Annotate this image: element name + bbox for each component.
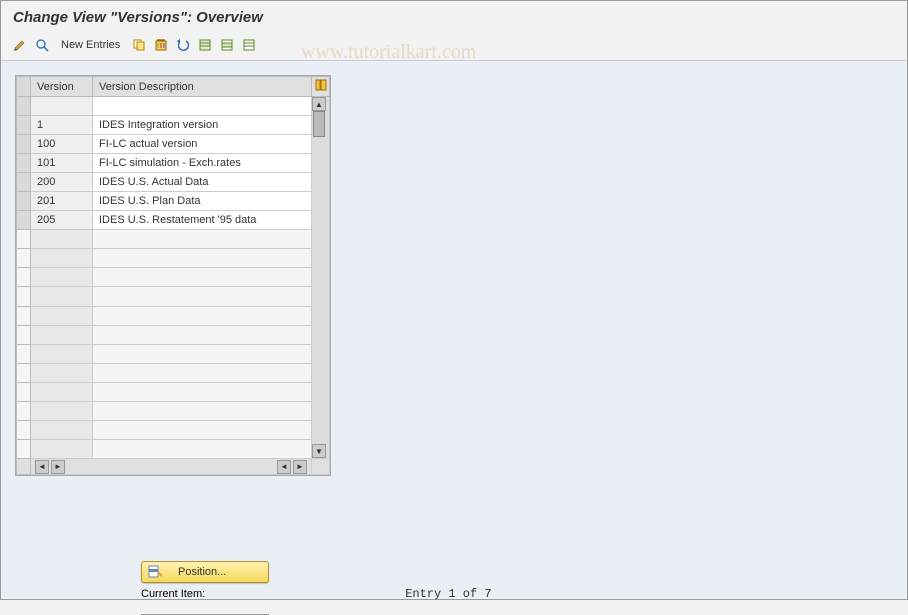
glasses-find-icon <box>35 38 49 52</box>
cell-description[interactable]: IDES Integration version <box>93 116 312 135</box>
row-selector[interactable] <box>17 344 31 363</box>
cell-description[interactable] <box>93 97 312 116</box>
entry-count-label: Entry 1 of 7 <box>405 587 491 601</box>
vscroll-down-button[interactable]: ▼ <box>312 444 326 458</box>
row-selector[interactable] <box>17 192 31 211</box>
undo-icon <box>176 38 190 52</box>
row-selector[interactable] <box>17 306 31 325</box>
row-selector[interactable] <box>17 439 31 458</box>
select-all-icon <box>198 38 212 52</box>
row-selector[interactable] <box>17 382 31 401</box>
app-toolbar: New Entries <box>1 32 907 61</box>
cell-description[interactable] <box>93 287 312 306</box>
copy-as-button[interactable] <box>130 36 148 54</box>
cell-version[interactable] <box>31 401 93 420</box>
table-settings-button[interactable] <box>312 77 330 97</box>
delete-button[interactable] <box>152 36 170 54</box>
hscroll-right2-button[interactable]: ► <box>293 460 307 474</box>
row-selector[interactable] <box>17 401 31 420</box>
row-selector[interactable] <box>17 135 31 154</box>
cell-version[interactable]: 100 <box>31 135 93 154</box>
page-title: Change View "Versions": Overview <box>13 9 895 26</box>
hscroll-right-button[interactable]: ► <box>51 460 65 474</box>
cell-version[interactable] <box>31 249 93 268</box>
cell-version[interactable] <box>31 268 93 287</box>
cell-version[interactable] <box>31 439 93 458</box>
row-selector[interactable] <box>17 230 31 249</box>
cell-version[interactable] <box>31 306 93 325</box>
current-item-label: Current Item: <box>141 588 205 600</box>
cell-version[interactable] <box>31 325 93 344</box>
cell-description[interactable] <box>93 420 312 439</box>
cell-description[interactable] <box>93 401 312 420</box>
position-button-label: Position... <box>178 566 226 578</box>
pencil-icon <box>13 38 27 52</box>
deselect-all-icon <box>242 38 256 52</box>
cell-version[interactable]: 1 <box>31 116 93 135</box>
current-item-underline <box>141 601 269 615</box>
undo-change-button[interactable] <box>174 36 192 54</box>
col-header-description[interactable]: Version Description <box>93 77 312 97</box>
row-selector[interactable] <box>17 420 31 439</box>
cell-description[interactable]: IDES U.S. Actual Data <box>93 173 312 192</box>
other-view-button[interactable] <box>33 36 51 54</box>
col-header-version[interactable]: Version <box>31 77 93 97</box>
cell-description[interactable] <box>93 268 312 287</box>
cell-version[interactable]: 205 <box>31 211 93 230</box>
row-selector[interactable] <box>17 211 31 230</box>
row-selector[interactable] <box>17 287 31 306</box>
cell-description[interactable] <box>93 230 312 249</box>
cell-description[interactable] <box>93 249 312 268</box>
cell-version[interactable] <box>31 363 93 382</box>
row-selector[interactable] <box>17 325 31 344</box>
position-button[interactable]: Position... <box>141 561 269 583</box>
select-block-icon <box>220 38 234 52</box>
row-selector[interactable] <box>17 363 31 382</box>
row-selector[interactable] <box>17 249 31 268</box>
cell-description[interactable] <box>93 325 312 344</box>
table-config-icon <box>315 79 327 91</box>
cell-version[interactable] <box>31 344 93 363</box>
vscroll-thumb[interactable] <box>313 111 325 137</box>
row-selector[interactable] <box>17 268 31 287</box>
cell-version[interactable]: 200 <box>31 173 93 192</box>
cell-description[interactable] <box>93 382 312 401</box>
cell-description[interactable]: FI-LC simulation - Exch.rates <box>93 154 312 173</box>
cell-version[interactable] <box>31 420 93 439</box>
cell-version[interactable] <box>31 287 93 306</box>
cell-description[interactable] <box>93 439 312 458</box>
row-selector[interactable] <box>17 154 31 173</box>
position-icon <box>148 565 162 579</box>
versions-table: Version Version Description ▲▼1IDES Inte… <box>16 76 330 475</box>
cell-description[interactable] <box>93 306 312 325</box>
display-change-toggle-button[interactable] <box>11 36 29 54</box>
cell-version[interactable] <box>31 230 93 249</box>
hscroll-left-button[interactable]: ◄ <box>35 460 49 474</box>
cell-description[interactable]: IDES U.S. Plan Data <box>93 192 312 211</box>
cell-description[interactable]: FI-LC actual version <box>93 135 312 154</box>
cell-version[interactable]: 101 <box>31 154 93 173</box>
deselect-all-button[interactable] <box>240 36 258 54</box>
new-entries-button[interactable]: New Entries <box>55 37 126 53</box>
cell-version[interactable]: 201 <box>31 192 93 211</box>
cell-description[interactable] <box>93 344 312 363</box>
select-all-button[interactable] <box>196 36 214 54</box>
cell-version[interactable] <box>31 382 93 401</box>
select-block-button[interactable] <box>218 36 236 54</box>
row-selector[interactable] <box>17 97 31 116</box>
row-selector[interactable] <box>17 116 31 135</box>
vscroll-up-button[interactable]: ▲ <box>312 97 326 111</box>
copy-icon <box>132 38 146 52</box>
hscroll-left2-button[interactable]: ◄ <box>277 460 291 474</box>
cell-version[interactable] <box>31 97 93 116</box>
delete-icon <box>154 38 168 52</box>
versions-table-frame: Version Version Description ▲▼1IDES Inte… <box>15 75 331 476</box>
vertical-scrollbar[interactable]: ▲▼ <box>312 97 330 459</box>
cell-description[interactable]: IDES U.S. Restatement '95 data <box>93 211 312 230</box>
horizontal-scrollbar[interactable]: ◄ ► ◄ ► <box>31 459 312 475</box>
cell-description[interactable] <box>93 363 312 382</box>
row-selector[interactable] <box>17 173 31 192</box>
row-selector-header[interactable] <box>17 77 31 97</box>
